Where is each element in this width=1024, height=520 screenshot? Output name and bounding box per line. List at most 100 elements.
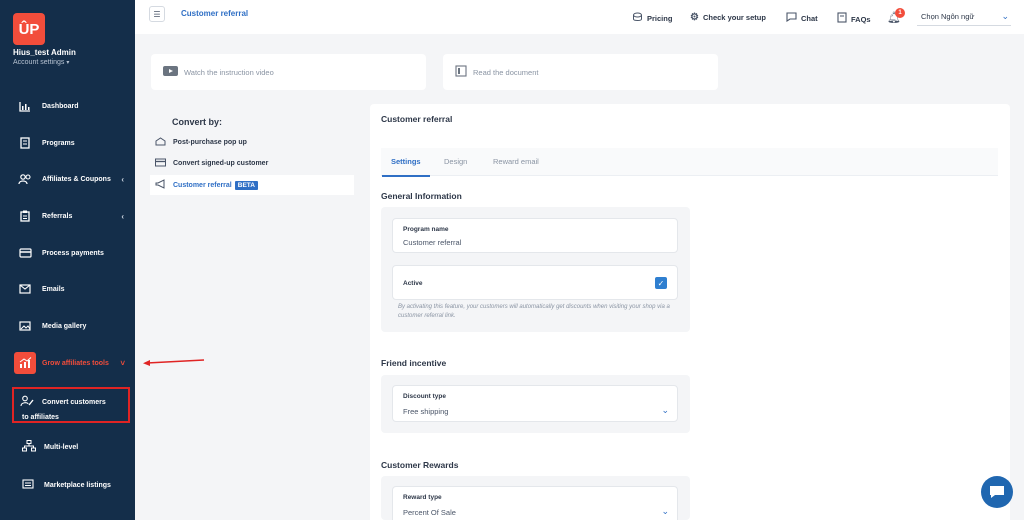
chevron-down-icon: ⌄ — [661, 405, 669, 415]
friend-incentive-title: Friend incentive — [381, 358, 447, 368]
sidebar-item-label: Dashboard — [42, 102, 79, 110]
subitem-label-line1: Convert customers — [42, 398, 106, 406]
sidebar-subitem-convert-customers[interactable]: Convert customers to affiliates — [12, 387, 130, 423]
watch-video-label: Watch the instruction video — [184, 67, 274, 77]
sidebar-item-label: Grow affiliates tools — [42, 359, 109, 367]
chevron-left-icon: ‹ — [121, 174, 124, 184]
document-icon — [18, 137, 32, 149]
reward-type-select[interactable]: Reward type Percent Of Sale ⌄ — [392, 486, 678, 520]
chat-icon — [990, 486, 1004, 498]
sidebar-item-programs[interactable]: Programs — [0, 128, 135, 158]
discount-type-select[interactable]: Discount type Free shipping ⌄ — [392, 385, 678, 422]
chevron-down-icon: ˅ — [120, 358, 125, 368]
sidebar-subitem-multilevel[interactable]: Multi-level — [12, 440, 130, 454]
watch-video-card[interactable]: Watch the instruction video — [151, 54, 426, 90]
check-setup-button[interactable]: ⚙ Check your setup — [690, 12, 766, 23]
faqs-button[interactable]: FAQs — [837, 12, 871, 26]
tab-design[interactable]: Design — [444, 157, 467, 166]
pricing-label: Pricing — [647, 14, 673, 23]
convert-item-signed-up[interactable]: Convert signed-up customer — [150, 153, 354, 173]
mail-icon — [18, 283, 32, 295]
growth-chart-icon — [14, 352, 36, 374]
topbar: ☰ Customer referral Pricing ⚙ Check your… — [135, 0, 1024, 34]
active-field: Active ✓ — [392, 265, 678, 300]
chat-icon — [786, 12, 797, 25]
sidebar-item-grow-tools[interactable]: Grow affiliates tools ˅ — [0, 348, 135, 378]
program-name-field[interactable]: Program name Customer referral — [392, 218, 678, 253]
coins-icon — [632, 12, 643, 25]
convert-item-label: Customer referral — [173, 181, 232, 189]
chevron-left-icon: ‹ — [121, 211, 124, 221]
annotation-arrow — [143, 359, 205, 366]
faqs-label: FAQs — [851, 14, 871, 24]
convert-item-popup[interactable]: Post-purchase pop up — [150, 132, 354, 152]
read-document-card[interactable]: Read the document — [443, 54, 718, 90]
book-icon — [837, 12, 847, 26]
credit-card-icon — [155, 158, 167, 169]
notification-badge: 1 — [895, 8, 905, 18]
general-info-title: General Information — [381, 191, 462, 201]
program-name-value[interactable]: Customer referral — [403, 238, 461, 247]
convert-by-title: Convert by: — [172, 117, 223, 127]
language-select[interactable]: Chọn Ngôn ngữ ⌄ — [917, 10, 1011, 26]
active-helper-text: By activating this feature, your custome… — [398, 304, 670, 319]
panel-header: Customer referral — [370, 104, 1010, 134]
subitem-label-line2: to affiliates — [22, 414, 59, 421]
sidebar-subitem-marketplace[interactable]: Marketplace listings — [12, 479, 130, 491]
sidebar-item-payments[interactable]: Process payments — [0, 238, 135, 268]
discount-type-label: Discount type — [403, 393, 446, 400]
sidebar-item-label: Affiliates & Coupons — [42, 175, 111, 183]
active-checkbox[interactable]: ✓ — [655, 277, 667, 289]
convert-item-label: Post-purchase pop up — [173, 138, 247, 146]
sidebar-item-label: Media gallery — [42, 322, 87, 330]
users-icon — [18, 173, 32, 185]
youtube-icon — [163, 65, 178, 79]
breadcrumb[interactable]: Customer referral — [181, 9, 248, 18]
chevron-down-icon: ⌄ — [1001, 11, 1009, 21]
hierarchy-icon — [22, 440, 36, 454]
tab-reward-email[interactable]: Reward email — [493, 157, 539, 166]
gear-icon: ⚙ — [690, 12, 699, 23]
active-label: Active — [403, 280, 423, 287]
subitem-label: Marketplace listings — [44, 481, 111, 489]
sidebar-item-emails[interactable]: Emails — [0, 274, 135, 304]
app-logo[interactable]: ÛP — [13, 13, 45, 45]
reward-type-value: Percent Of Sale — [403, 508, 456, 517]
image-icon — [18, 320, 32, 332]
sidebar-item-label: Emails — [42, 285, 65, 293]
account-settings-dropdown[interactable]: Account settings ▾ — [13, 59, 69, 66]
tab-settings[interactable]: Settings — [391, 157, 421, 166]
hamburger-menu-button[interactable]: ☰ — [149, 6, 165, 22]
panel-title: Customer referral — [381, 114, 453, 124]
bar-chart-icon — [18, 100, 32, 112]
active-tab-indicator — [382, 175, 430, 177]
live-chat-button[interactable] — [981, 476, 1013, 508]
reward-type-label: Reward type — [403, 494, 442, 501]
sidebar-item-dashboard[interactable]: Dashboard — [0, 91, 135, 121]
sidebar-item-label: Referrals — [42, 212, 73, 220]
sidebar: ÛP Hius_test Admin Account settings ▾ Das… — [0, 0, 135, 520]
convert-item-label: Convert signed-up customer — [173, 159, 269, 167]
user-edit-icon — [20, 395, 34, 409]
pricing-button[interactable]: Pricing — [632, 12, 672, 25]
convert-item-customer-referral[interactable]: Customer referral BETA — [150, 175, 354, 195]
chat-button[interactable]: Chat — [786, 12, 818, 25]
credit-card-icon — [18, 247, 32, 259]
user-name: Hius_test Admin — [13, 48, 76, 57]
sidebar-item-referrals[interactable]: Referrals ‹ — [0, 201, 135, 231]
sidebar-item-media[interactable]: Media gallery — [0, 311, 135, 341]
beta-badge: BETA — [234, 180, 258, 190]
sidebar-item-label: Process payments — [42, 249, 104, 257]
megaphone-icon — [155, 179, 167, 191]
subitem-label: Multi-level — [44, 443, 79, 451]
program-name-label: Program name — [403, 226, 449, 233]
read-document-label: Read the document — [473, 67, 539, 77]
language-value: Chọn Ngôn ngữ — [921, 12, 975, 21]
sidebar-item-affiliates[interactable]: Affiliates & Coupons ‹ — [0, 164, 135, 194]
sidebar-item-label: Programs — [42, 139, 75, 147]
envelope-open-icon — [155, 136, 167, 148]
document-icon — [455, 64, 467, 80]
account-settings-label: Account settings — [13, 59, 65, 66]
clipboard-icon — [18, 210, 32, 222]
check-setup-label: Check your setup — [702, 13, 766, 22]
